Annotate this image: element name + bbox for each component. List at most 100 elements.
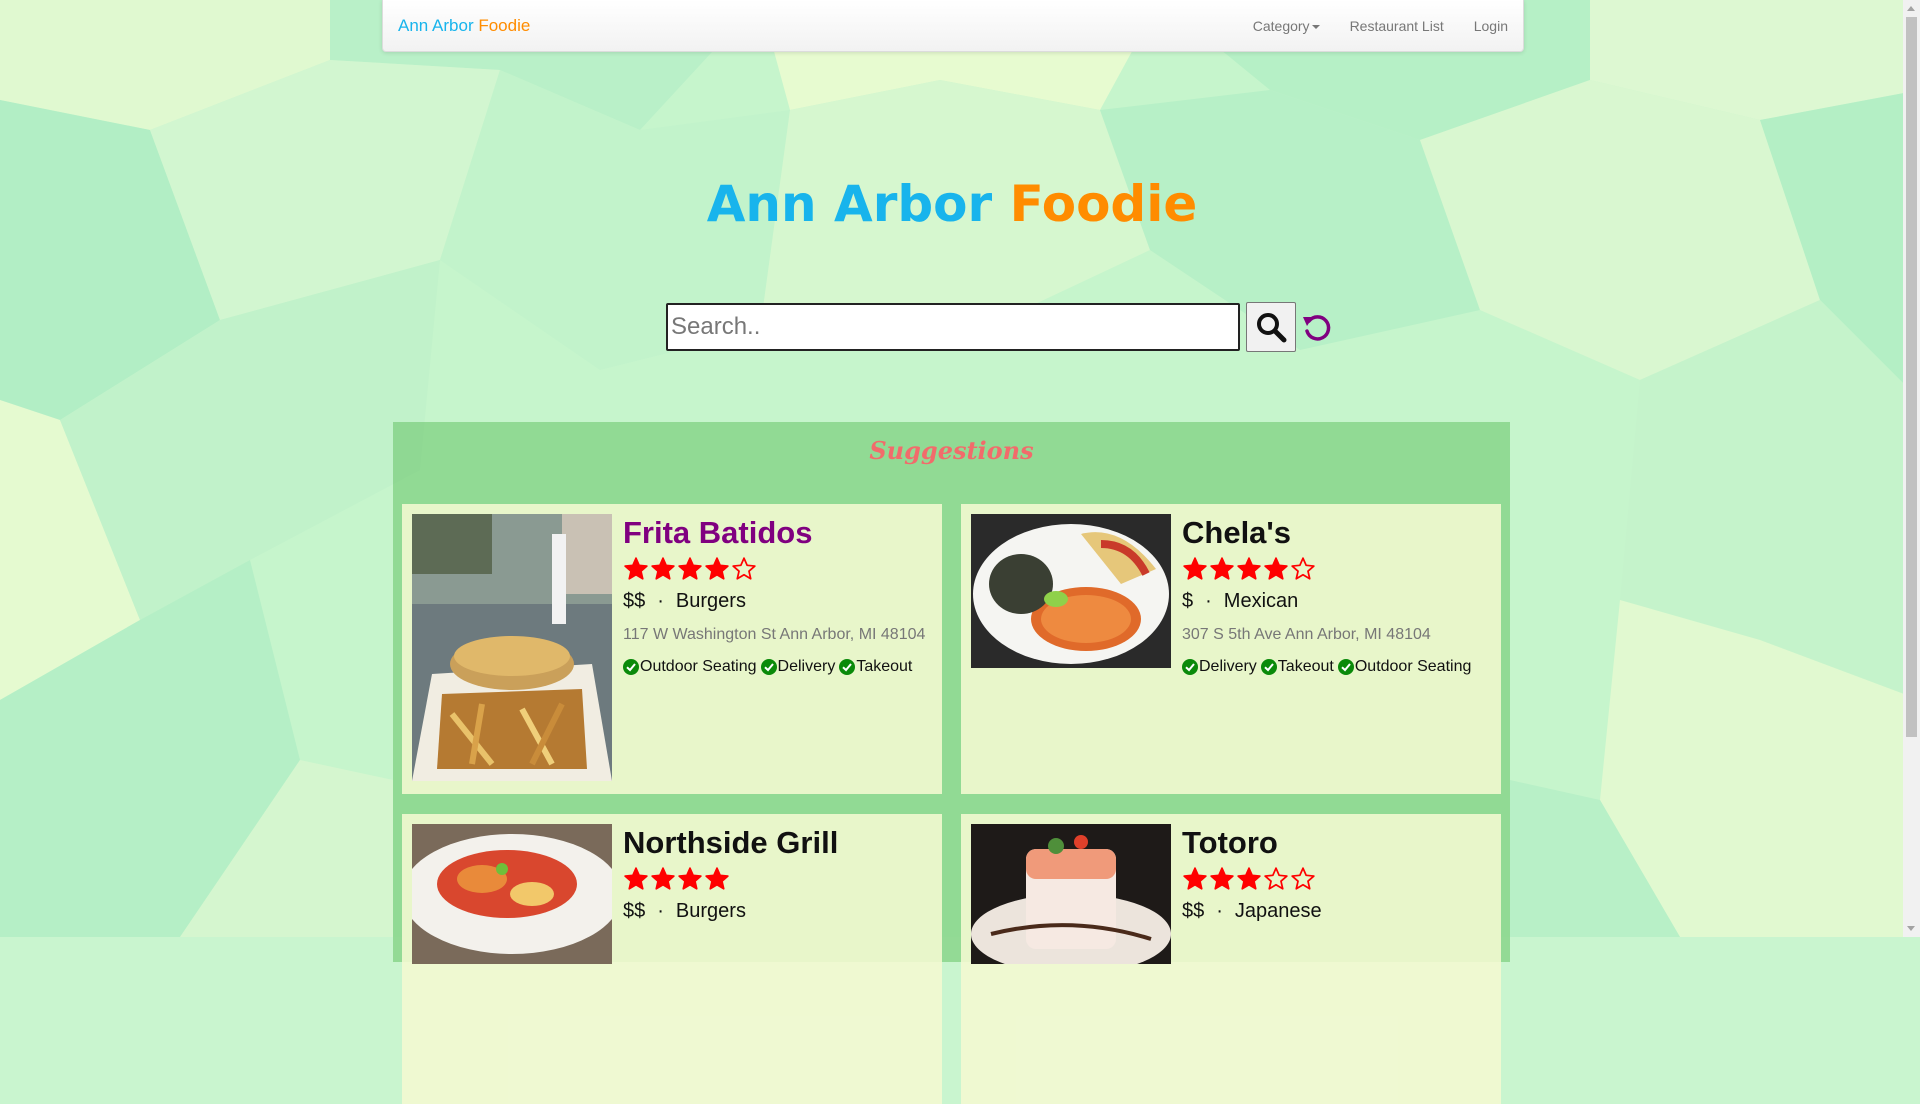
feature-item: Outdoor Seating: [623, 658, 757, 676]
separator-dot: ·: [657, 590, 664, 612]
restaurant-info: Chela's $ · Mexican 307 S 5th Ave Ann Arbo…: [1182, 514, 1493, 676]
reset-button[interactable]: [1300, 310, 1334, 344]
restaurant-photo[interactable]: [971, 824, 1171, 964]
feature-item: Takeout: [1260, 658, 1334, 676]
price-category-line: $$ · Burgers: [623, 590, 934, 613]
feature-item: Takeout: [839, 658, 912, 676]
star-filled-icon: [651, 557, 675, 580]
separator-dot: ·: [1205, 590, 1212, 612]
restaurant-info: Totoro $$ · Japanese: [1182, 824, 1493, 923]
star-rating: [623, 556, 934, 584]
restaurant-photo[interactable]: [412, 824, 612, 964]
star-outline-icon: [1291, 557, 1315, 580]
feature-label: Outdoor Seating: [640, 658, 757, 675]
feature-item: Delivery: [760, 658, 836, 676]
suggestions-panel: Suggestions Frita Batidos $$ · Burgers 117…: [393, 422, 1510, 1104]
star-rating: [1182, 556, 1493, 584]
suggestions-title: Suggestions: [869, 436, 1034, 465]
price-level: $$: [623, 900, 646, 922]
nav-category-label: Category: [1252, 17, 1310, 34]
restaurant-photo[interactable]: [971, 514, 1171, 668]
star-filled-icon: [1210, 867, 1234, 890]
star-filled-icon: [1237, 557, 1261, 580]
page-title: Ann Arbor Foodie: [0, 175, 1904, 233]
feature-label: Delivery: [1199, 658, 1257, 675]
feature-item: Outdoor Seating: [1337, 658, 1472, 676]
star-filled-icon: [1264, 557, 1288, 580]
star-filled-icon: [1210, 557, 1234, 580]
search-button[interactable]: [1246, 302, 1296, 352]
feature-label: Takeout: [1277, 658, 1334, 675]
feature-label: Takeout: [856, 658, 913, 675]
star-rating: [623, 866, 934, 894]
separator-dot: ·: [657, 900, 664, 922]
search-icon: [1257, 313, 1287, 343]
price-category-line: $ · Mexican: [1182, 590, 1493, 613]
check-circle-icon: [839, 659, 856, 675]
check-circle-icon: [1182, 659, 1198, 675]
top-navbar: Ann Arbor Foodie Category Restaurant Lis…: [382, 0, 1524, 52]
price-category-line: $$ · Burgers: [623, 900, 934, 923]
star-filled-icon: [1237, 867, 1261, 890]
caret-down-icon: [1311, 24, 1320, 29]
page-scrollbar[interactable]: [1903, 0, 1920, 937]
restaurant-card[interactable]: Frita Batidos $$ · Burgers 117 W Washingto…: [402, 504, 942, 794]
star-outline-icon: [732, 557, 756, 580]
page-title-part2: Foodie: [1009, 175, 1198, 233]
scrollbar-thumb[interactable]: [1906, 17, 1917, 737]
nav-login-label: Login: [1473, 17, 1508, 34]
star-filled-icon: [651, 867, 675, 890]
brand-link[interactable]: Ann Arbor Foodie: [398, 16, 530, 36]
star-outline-icon: [1291, 867, 1315, 890]
cuisine-category: Mexican: [1223, 590, 1299, 612]
brand-part1: Ann Arbor: [398, 16, 474, 35]
scroll-up-arrow-icon[interactable]: [1907, 6, 1915, 11]
star-filled-icon: [1183, 867, 1207, 890]
restaurant-card[interactable]: Northside Grill $$ · Burgers: [402, 814, 942, 1104]
feature-list: Delivery Takeout Outdoor Seating: [1182, 658, 1493, 676]
cuisine-category: Burgers: [675, 900, 746, 922]
cuisine-category: Burgers: [675, 590, 746, 612]
star-filled-icon: [678, 557, 702, 580]
nav-login[interactable]: Login: [1459, 0, 1523, 51]
nav-category-dropdown[interactable]: Category: [1238, 0, 1335, 51]
check-circle-icon: [623, 659, 639, 675]
nav-restaurant-list[interactable]: Restaurant List: [1335, 0, 1459, 51]
check-circle-icon: [760, 659, 777, 675]
nav-menu: Category Restaurant List Login: [1238, 0, 1523, 51]
cuisine-category: Japanese: [1234, 900, 1322, 922]
star-filled-icon: [624, 867, 648, 890]
nav-restaurant-list-label: Restaurant List: [1349, 17, 1444, 34]
star-filled-icon: [1183, 557, 1207, 580]
page-title-part1: Ann Arbor: [706, 175, 993, 233]
star-filled-icon: [678, 867, 702, 890]
feature-label: Delivery: [777, 658, 836, 675]
restaurant-card[interactable]: Totoro $$ · Japanese: [961, 814, 1501, 1104]
search-bar: [666, 302, 1334, 352]
feature-label: Outdoor Seating: [1354, 658, 1472, 675]
check-circle-icon: [1260, 659, 1277, 675]
price-level: $$: [623, 590, 646, 612]
restaurant-name[interactable]: Northside Grill: [623, 824, 934, 862]
price-level: $$: [1182, 900, 1205, 922]
restaurant-info: Northside Grill $$ · Burgers: [623, 824, 934, 923]
restaurant-name[interactable]: Totoro: [1182, 824, 1493, 862]
restaurant-name[interactable]: Chela's: [1182, 514, 1493, 552]
separator-dot: ·: [1216, 900, 1223, 922]
feature-item: Delivery: [1182, 658, 1257, 676]
star-filled-icon: [624, 557, 648, 580]
restaurant-address: 307 S 5th Ave Ann Arbor, MI 48104: [1182, 626, 1431, 643]
search-input[interactable]: [666, 303, 1240, 351]
star-filled-icon: [705, 557, 729, 580]
undo-icon: [1303, 315, 1331, 341]
restaurant-name[interactable]: Frita Batidos: [623, 514, 934, 552]
star-filled-icon: [705, 867, 729, 890]
feature-list: Outdoor Seating Delivery Takeout: [623, 658, 934, 676]
restaurant-photo[interactable]: [412, 514, 612, 781]
scroll-down-arrow-icon[interactable]: [1907, 926, 1915, 931]
restaurant-card[interactable]: Chela's $ · Mexican 307 S 5th Ave Ann Arbo…: [961, 504, 1501, 794]
price-category-line: $$ · Japanese: [1182, 900, 1493, 923]
brand-part2: Foodie: [478, 16, 531, 35]
star-rating: [1182, 866, 1493, 894]
star-outline-icon: [1264, 867, 1288, 890]
